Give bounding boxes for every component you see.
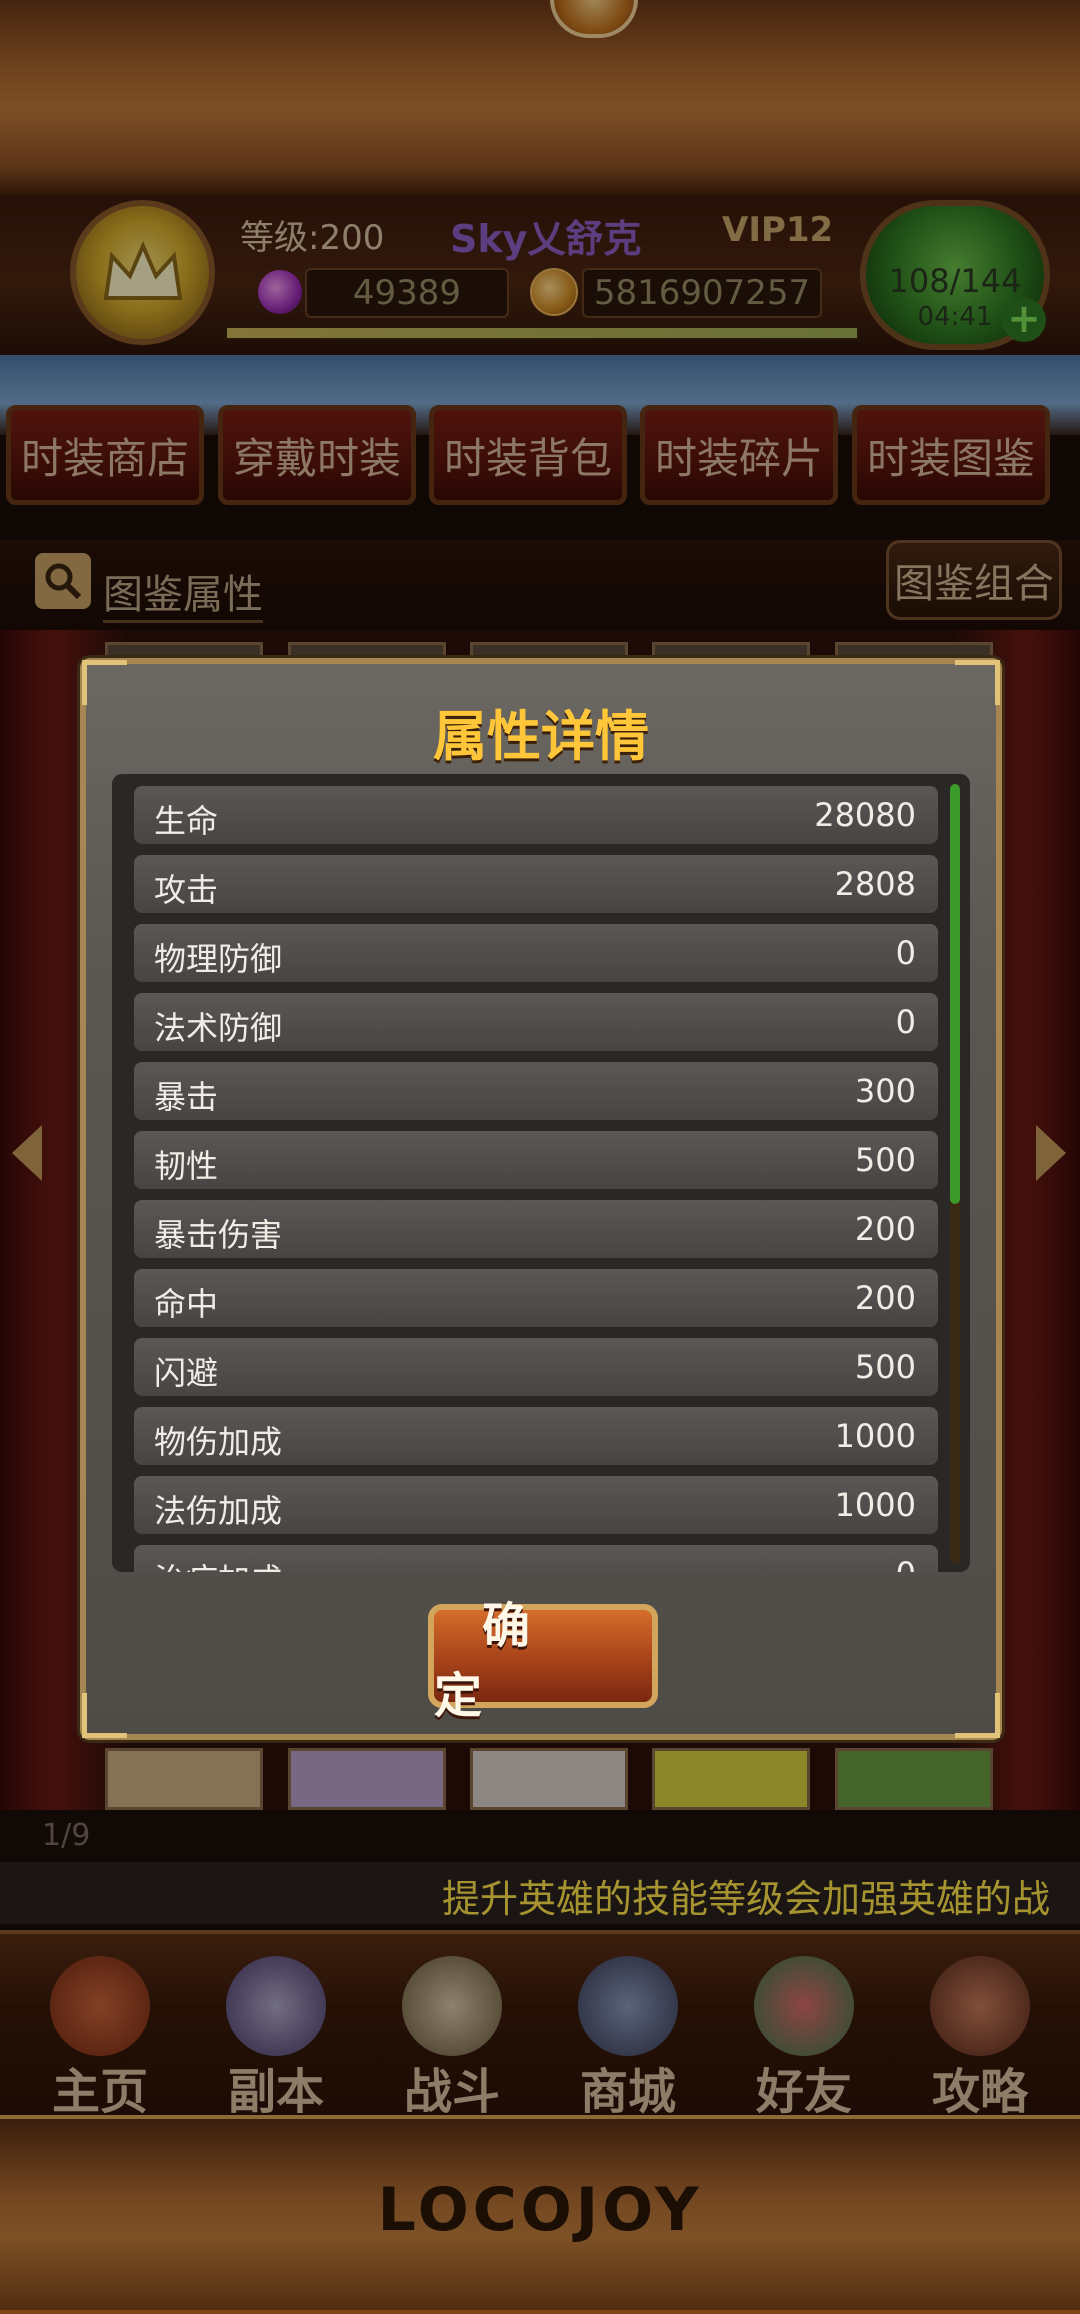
attribute-label: 治疗加成 xyxy=(154,1555,282,1572)
attribute-row: 闪避 500 xyxy=(134,1338,938,1396)
attribute-detail-dialog: 属性详情 生命 28080 攻击 2808 物理防御 0 法术防御 0 暴击 300 韧性… xyxy=(80,658,1002,1740)
attribute-row: 治疗加成 0 xyxy=(134,1545,938,1572)
attribute-value: 28080 xyxy=(814,796,916,834)
corner-ornament xyxy=(82,1693,127,1738)
confirm-button[interactable]: 确定 xyxy=(428,1598,658,1724)
attribute-row: 暴击伤害 200 xyxy=(134,1200,938,1258)
attribute-value: 0 xyxy=(896,1555,916,1572)
attribute-label: 物伤加成 xyxy=(154,1423,283,1461)
attribute-row: 物理防御 0 xyxy=(134,924,938,982)
attribute-label: 物理防御 xyxy=(154,940,283,978)
attribute-row: 韧性 500 xyxy=(134,1131,938,1189)
attribute-value: 200 xyxy=(854,1279,916,1317)
attribute-value: 0 xyxy=(895,934,916,972)
attribute-value: 1000 xyxy=(834,1486,916,1524)
attribute-value: 300 xyxy=(854,1072,916,1110)
attribute-label: 闪避 xyxy=(154,1354,219,1392)
attribute-label: 韧性 xyxy=(154,1147,219,1185)
attribute-row: 生命 28080 xyxy=(134,786,938,844)
attribute-value: 1000 xyxy=(834,1417,916,1455)
scrollbar-thumb[interactable] xyxy=(950,784,960,1204)
attribute-row: 法术防御 0 xyxy=(134,993,938,1051)
attribute-label: 攻击 xyxy=(154,871,219,909)
attribute-list[interactable]: 生命 28080 攻击 2808 物理防御 0 法术防御 0 暴击 300 韧性 500 暴… xyxy=(112,774,970,1572)
attribute-label: 生命 xyxy=(154,802,219,840)
corner-ornament xyxy=(955,1693,1000,1738)
attribute-value: 500 xyxy=(854,1348,916,1386)
attribute-row: 暴击 300 xyxy=(134,1062,938,1120)
attribute-value: 200 xyxy=(854,1210,916,1248)
attribute-row: 命中 200 xyxy=(134,1269,938,1327)
attribute-label: 暴击 xyxy=(154,1078,219,1116)
attribute-row: 法伤加成 1000 xyxy=(134,1476,938,1534)
dialog-title: 属性详情 xyxy=(433,705,649,768)
attribute-row: 攻击 2808 xyxy=(134,855,938,913)
attribute-label: 法伤加成 xyxy=(154,1492,283,1530)
attribute-value: 2808 xyxy=(834,865,916,903)
attribute-value: 0 xyxy=(895,1003,916,1041)
list-scrollbar[interactable] xyxy=(950,784,960,1564)
attribute-value: 500 xyxy=(854,1141,916,1179)
attribute-row: 物伤加成 1000 xyxy=(134,1407,938,1465)
attribute-label: 命中 xyxy=(154,1285,219,1323)
attribute-label: 暴击伤害 xyxy=(154,1216,283,1254)
attribute-label: 法术防御 xyxy=(154,1009,283,1047)
